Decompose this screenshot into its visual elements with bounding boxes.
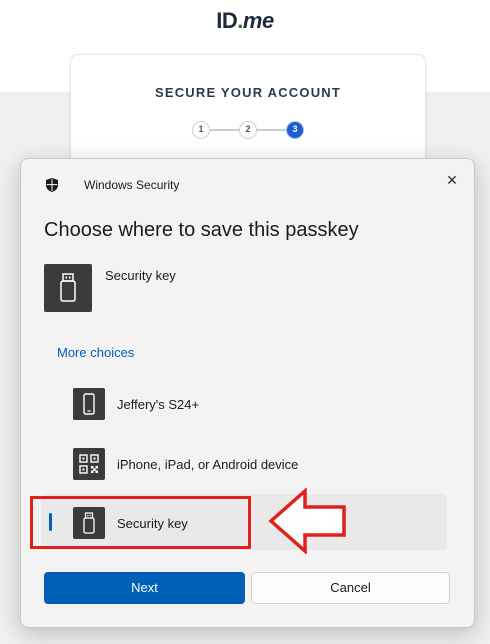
card-title: SECURE YOUR ACCOUNT: [154, 85, 342, 100]
dialog-heading: Choose where to save this passkey: [44, 219, 359, 241]
phone-icon: [73, 388, 105, 420]
annotation-highlight-box: [30, 496, 251, 549]
cancel-button[interactable]: Cancel: [251, 572, 450, 604]
qr-code-icon: [73, 448, 105, 480]
next-button[interactable]: Next: [44, 572, 245, 604]
option-other-device[interactable]: iPhone, iPad, or Android device: [41, 435, 447, 491]
close-button[interactable]: ✕: [441, 169, 463, 191]
more-choices-link[interactable]: More choices: [57, 345, 134, 360]
step-connector: [210, 129, 239, 131]
step-connector: [257, 129, 286, 131]
primary-option-security-key[interactable]: Security key: [44, 264, 344, 314]
annotation-arrow-icon: [268, 488, 346, 554]
primary-option-label: Security key: [105, 268, 176, 283]
shield-icon: [46, 178, 58, 192]
idme-logo: ID.me: [216, 8, 274, 33]
usb-key-icon: [44, 264, 92, 312]
step-1: 1: [192, 121, 210, 139]
dialog-app-title: Windows Security: [84, 178, 180, 192]
step-indicator: 1 2 3: [192, 121, 304, 139]
option-label: iPhone, iPad, or Android device: [117, 457, 299, 472]
step-3-active: 3: [286, 121, 304, 139]
option-phone[interactable]: Jeffery's S24+: [41, 375, 447, 431]
option-label: Jeffery's S24+: [117, 397, 200, 412]
step-2: 2: [239, 121, 257, 139]
windows-security-dialog: Windows Security ✕ Choose where to save …: [20, 158, 475, 628]
